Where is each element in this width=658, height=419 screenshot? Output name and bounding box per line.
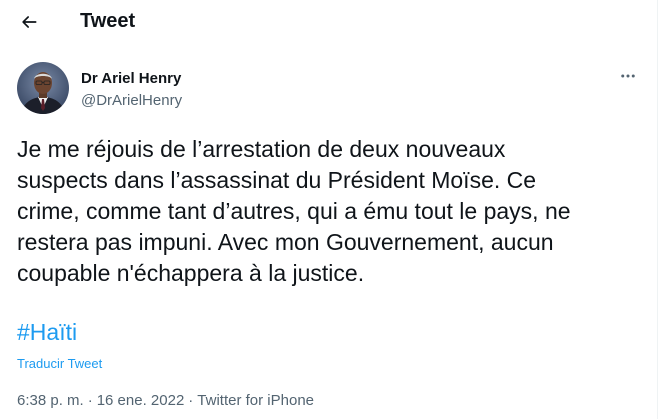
translate-tweet-link[interactable]: Traducir Tweet [17, 356, 102, 372]
tweet-page: Tweet Dr Ariel Henry @DrArielHenry Je me… [0, 0, 658, 419]
tweet-time[interactable]: 6:38 p. m. [17, 391, 84, 410]
tweet-text: Je me réjouis de l’arrestation de deux n… [17, 136, 571, 286]
arrow-left-icon [22, 16, 37, 28]
page-title: Tweet [80, 10, 136, 32]
tweet-source[interactable]: Twitter for iPhone [197, 391, 314, 410]
avatar[interactable] [17, 62, 69, 114]
hashtag-link[interactable]: #Haïti [17, 317, 77, 348]
avatar-image [17, 62, 69, 114]
tweet-date[interactable]: 16 ene. 2022 [97, 391, 185, 410]
back-button[interactable] [14, 7, 44, 37]
meta-separator: · [87, 392, 93, 409]
page-header: Tweet [0, 0, 657, 44]
more-options-button[interactable] [616, 64, 640, 88]
meta-separator: · [188, 392, 194, 409]
author-name[interactable]: Dr Ariel Henry [81, 69, 181, 88]
author-handle[interactable]: @DrArielHenry [81, 91, 182, 110]
more-horizontal-icon [621, 74, 635, 78]
tweet-metadata: 6:38 p. m. · 16 ene. 2022 · Twitter for … [17, 391, 314, 410]
